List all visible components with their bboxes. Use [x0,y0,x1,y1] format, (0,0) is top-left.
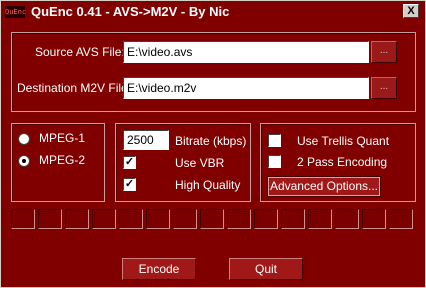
dest-browse-button[interactable]: ... [371,77,397,99]
progress-segment [65,209,89,229]
high-quality-label: High Quality [175,178,241,192]
progress-segment [200,209,224,229]
source-file-label: Source AVS File: [35,45,125,59]
close-button[interactable]: X [403,4,419,18]
progress-segment [335,209,359,229]
source-browse-button[interactable]: ... [371,41,397,63]
encode-button[interactable]: Encode [122,258,196,280]
source-file-input[interactable]: E:\video.avs [123,41,369,63]
advanced-options-button[interactable]: Advanced Options... [267,176,381,197]
quit-button[interactable]: Quit [229,258,303,280]
mpeg2-radio[interactable] [18,155,30,167]
title-bar[interactable]: QuEnc QuEnc 0.41 - AVS->M2V - By Nic X [1,1,425,23]
app-window: QuEnc QuEnc 0.41 - AVS->M2V - By Nic X S… [0,0,426,288]
progress-segment [11,209,35,229]
two-pass-checkbox[interactable] [268,155,281,168]
app-logo-icon: QuEnc [5,6,27,18]
bitrate-label: Bitrate (kbps) [175,134,247,148]
dest-file-label: Destination M2V File: [17,81,132,95]
progress-segment [227,209,251,229]
dest-file-input[interactable]: E:\video.m2v [123,77,369,99]
progress-segment [308,209,332,229]
progress-segment [119,209,143,229]
mpeg1-label: MPEG-1 [39,131,86,145]
two-pass-label: 2 Pass Encoding [297,155,388,169]
progress-segment [254,209,278,229]
use-vbr-checkbox[interactable]: ✓ [123,156,136,169]
progress-segment [281,209,305,229]
progress-segment [362,209,386,229]
progress-segment [38,209,62,229]
mpeg1-radio[interactable] [18,133,30,145]
window-title: QuEnc 0.41 - AVS->M2V - By Nic [31,4,230,19]
trellis-checkbox[interactable] [268,134,281,147]
trellis-label: Use Trellis Quant [297,134,390,148]
progress-segment [92,209,116,229]
progress-segment [173,209,197,229]
use-vbr-label: Use VBR [175,156,225,170]
progress-segment [146,209,170,229]
high-quality-checkbox[interactable]: ✓ [123,178,136,191]
mpeg2-label: MPEG-2 [39,153,86,167]
progress-segment [389,209,413,229]
bitrate-input[interactable]: 2500 [123,130,169,150]
